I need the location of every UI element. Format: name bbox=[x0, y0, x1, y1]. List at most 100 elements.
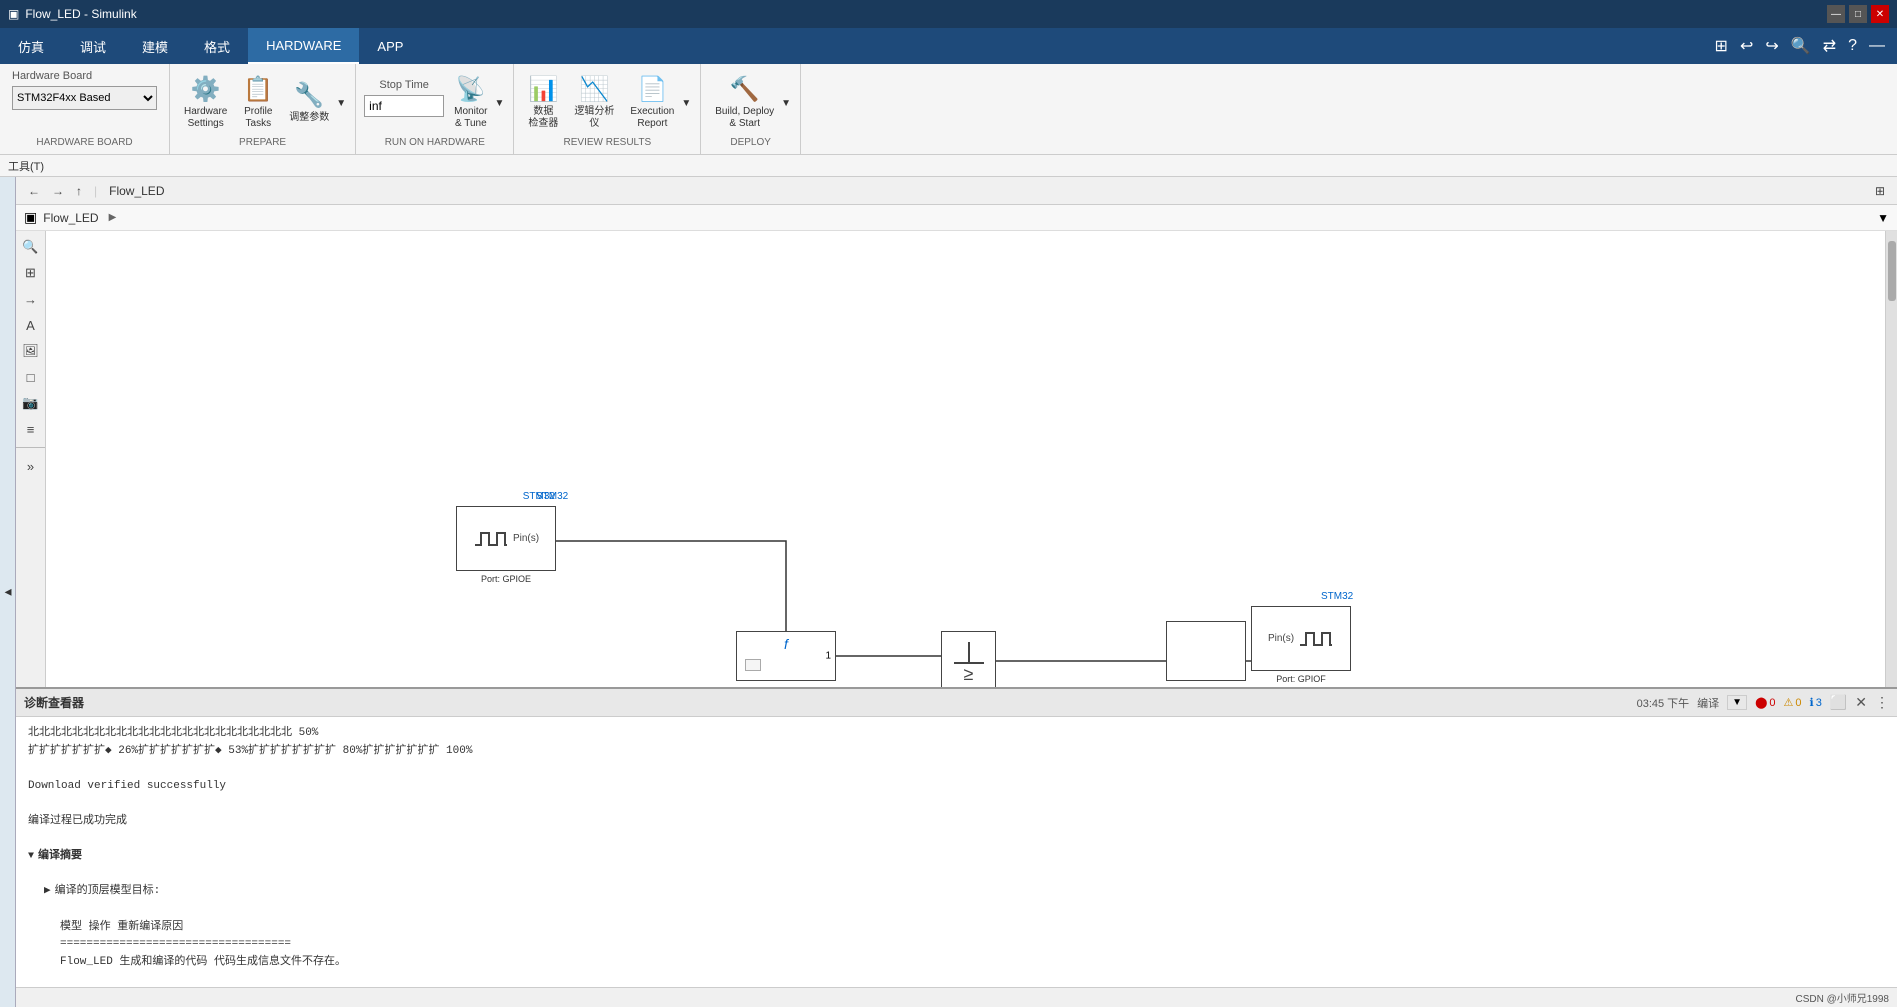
undo-btn[interactable]: ↩ bbox=[1736, 34, 1757, 58]
info-count: 3 bbox=[1816, 697, 1822, 709]
help-btn[interactable]: ? bbox=[1844, 35, 1861, 57]
search-btn[interactable]: 🔍 bbox=[1787, 34, 1815, 58]
diagnostic-header: 诊断查看器 03:45 下午 编译 ▼ ⬤ 0 ⚠ 0 bbox=[16, 689, 1897, 717]
review-results-group: 📊 数据检查器 📉 逻辑分析仪 📄 ExecutionReport ▼ bbox=[514, 64, 701, 154]
diag-time-label: 编译 bbox=[1697, 695, 1719, 711]
diag-info-badge: ℹ 3 bbox=[1810, 696, 1822, 709]
diagnostic-body[interactable]: 北北北北北北北北北北北北北北北北北北北北北北北北 50% 扩扩扩扩扩扩扩◆ 26… bbox=[16, 717, 1897, 987]
error-count: 0 bbox=[1769, 697, 1775, 709]
switch-btn[interactable]: ⇄ bbox=[1819, 34, 1840, 58]
stm32-gpioe-block[interactable]: STM32 Pin(s) Port: GPIOE bbox=[456, 506, 556, 571]
profile-tasks-icon: 📋 bbox=[243, 77, 273, 103]
build-deploy-arrow[interactable]: ▼ bbox=[780, 98, 792, 109]
arrow-right-btn[interactable]: → bbox=[19, 287, 43, 311]
stop-time-input[interactable] bbox=[364, 95, 444, 117]
list-btn[interactable]: ≡ bbox=[19, 417, 43, 441]
menu-format[interactable]: 格式 bbox=[186, 28, 248, 64]
diag-collapse-icon[interactable]: ▼ bbox=[28, 849, 34, 865]
adjust-params-arrow[interactable]: ▼ bbox=[335, 98, 347, 109]
hw-board-controls: Hardware Board STM32F4xx Based bbox=[12, 70, 157, 137]
hw-settings-button[interactable]: ⚙️ HardwareSettings bbox=[178, 73, 233, 133]
diag-close-btn[interactable]: ✕ bbox=[1855, 694, 1867, 711]
main-area: ▶ ← → ↑ | Flow_LED ⊞ ▣ Flow_LED ▶ ▼ bbox=[0, 177, 1897, 1007]
build-deploy-icon: 🔨 bbox=[730, 77, 760, 103]
diag-table: 模型 操作 重新编译原因 ===========================… bbox=[44, 919, 1885, 972]
maximize-button[interactable]: □ bbox=[1849, 5, 1867, 23]
diag-expand-btn[interactable]: ⬜ bbox=[1830, 694, 1847, 711]
logic-block[interactable]: ≥ 0 bbox=[941, 631, 996, 687]
data-inspector-button[interactable]: 📊 数据检查器 bbox=[522, 73, 564, 133]
menu-debug[interactable]: 调试 bbox=[62, 28, 124, 64]
exec-report-label: ExecutionReport bbox=[630, 106, 674, 130]
monitor-tune-group: 📡 Monitor& Tune ▼ bbox=[448, 73, 505, 133]
menu-hardware[interactable]: HARDWARE bbox=[248, 28, 359, 64]
profile-tasks-button[interactable]: 📋 ProfileTasks bbox=[237, 73, 279, 133]
exec-report-icon: 📄 bbox=[637, 77, 667, 103]
nav-up[interactable]: ↑ bbox=[72, 182, 86, 200]
hw-board-select[interactable]: STM32F4xx Based bbox=[12, 86, 157, 110]
redo-btn[interactable]: ↪ bbox=[1761, 34, 1782, 58]
model-header-expand[interactable]: ▼ bbox=[1877, 211, 1889, 225]
menu-app[interactable]: APP bbox=[359, 28, 421, 64]
diag-table-header: 模型 操作 重新编译原因 bbox=[60, 919, 1885, 937]
logic-inner: ≥ bbox=[942, 632, 995, 687]
text-btn[interactable]: A bbox=[19, 313, 43, 337]
diag-section-expand[interactable]: ▼ 编译摘要 bbox=[28, 848, 1885, 866]
stm32-gpiof-block[interactable]: Pin(s) Port: GPIOF bbox=[1251, 606, 1351, 671]
camera-btn[interactable]: 📷 bbox=[19, 391, 43, 415]
menu-modeling[interactable]: 建模 bbox=[124, 28, 186, 64]
fcn-inner-rect bbox=[745, 659, 761, 671]
vtab-1[interactable]: ▶ bbox=[0, 583, 14, 601]
adjust-params-button[interactable]: 🔧 调整参数 bbox=[283, 79, 335, 127]
fcn-output-port: 1 bbox=[825, 651, 831, 662]
build-deploy-button[interactable]: 🔨 Build, Deploy& Start bbox=[709, 73, 780, 133]
prepare-group: ⚙️ HardwareSettings 📋 ProfileTasks 🔧 调整参… bbox=[170, 64, 356, 154]
monitor-tune-arrow[interactable]: ▼ bbox=[494, 98, 506, 109]
zoom-in-btn[interactable]: 🔍 bbox=[19, 235, 43, 259]
stm32-gpiof-stm32-label: STM32 bbox=[1321, 591, 1353, 602]
window-controls: — □ ✕ bbox=[1827, 5, 1889, 23]
minimize-button[interactable]: — bbox=[1827, 5, 1845, 23]
expand-panel-btn[interactable]: » bbox=[19, 454, 43, 478]
stm32-gpioe-pin-label: Pin(s) bbox=[513, 533, 539, 544]
diag-more-btn[interactable]: ⋮ bbox=[1875, 694, 1889, 711]
data-inspector-label: 数据检查器 bbox=[528, 106, 558, 130]
diag-dropdown-btn[interactable]: ▼ bbox=[1727, 695, 1747, 710]
exec-report-button[interactable]: 📄 ExecutionReport bbox=[624, 73, 680, 133]
diag-model-target-expand[interactable]: ▶ 编译的顶层模型目标: bbox=[44, 883, 1885, 901]
menu-close-btn[interactable]: — bbox=[1865, 35, 1889, 57]
fit-btn[interactable]: ⊞ bbox=[19, 261, 43, 285]
canvas-scrollbar-v[interactable] bbox=[1885, 231, 1897, 687]
nav-forward[interactable]: → bbox=[48, 182, 68, 200]
exec-report-arrow[interactable]: ▼ bbox=[680, 98, 692, 109]
fcn-inner-box bbox=[745, 659, 761, 674]
hw-settings-icon: ⚙️ bbox=[191, 77, 221, 103]
image-btn[interactable]: 🖼 bbox=[19, 339, 43, 363]
monitor-tune-button[interactable]: 📡 Monitor& Tune bbox=[448, 73, 493, 133]
close-button[interactable]: ✕ bbox=[1871, 5, 1889, 23]
center-area: ← → ↑ | Flow_LED ⊞ ▣ Flow_LED ▶ ▼ 🔍 bbox=[16, 177, 1897, 1007]
model-header-arrow[interactable]: ▶ bbox=[109, 212, 117, 223]
build-deploy-label: Build, Deploy& Start bbox=[715, 106, 774, 130]
toolbar: Hardware Board STM32F4xx Based HARDWARE … bbox=[0, 64, 1897, 155]
exec-report-group: 📄 ExecutionReport ▼ bbox=[624, 73, 692, 133]
nav-back[interactable]: ← bbox=[24, 182, 44, 200]
rect-btn[interactable]: □ bbox=[19, 365, 43, 389]
diag-section-title: 编译摘要 bbox=[38, 848, 82, 866]
canvas-container: 🔍 ⊞ → A 🖼 □ 📷 ≡ » bbox=[16, 231, 1897, 687]
logic-analyzer-button[interactable]: 📉 逻辑分析仪 bbox=[568, 73, 620, 133]
v-scroll-thumb[interactable] bbox=[1888, 241, 1896, 301]
fcn-block[interactable]: f 1 bbox=[736, 631, 836, 681]
intermediate-block[interactable] bbox=[1166, 621, 1246, 681]
model-header: ▣ Flow_LED ▶ ▼ bbox=[16, 205, 1897, 231]
menu-bar: 仿真 调试 建模 格式 HARDWARE APP ⊞ ↩ ↪ 🔍 ⇄ ? — bbox=[0, 28, 1897, 64]
grid-btn[interactable]: ⊞ bbox=[1711, 34, 1732, 58]
simulink-canvas[interactable]: STM32 Pin(s) Port: GPIOE STM32 bbox=[46, 231, 1885, 687]
monitor-tune-label: Monitor& Tune bbox=[454, 106, 487, 130]
nav-breadcrumb: Flow_LED bbox=[105, 184, 168, 198]
stm32-gpioe-stm32-label: STM32 bbox=[536, 491, 568, 502]
stm32-gpioe-inner: Pin(s) bbox=[457, 507, 555, 570]
run-hardware-label: RUN ON HARDWARE bbox=[364, 137, 505, 150]
menu-simulation[interactable]: 仿真 bbox=[0, 28, 62, 64]
nav-expand[interactable]: ⊞ bbox=[1871, 182, 1889, 200]
